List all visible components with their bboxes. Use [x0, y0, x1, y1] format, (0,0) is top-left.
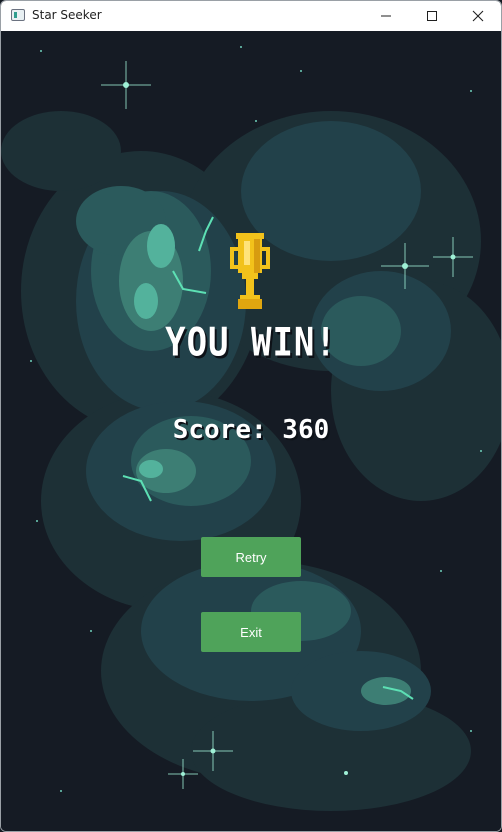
title-bar[interactable]: Star Seeker — [1, 1, 501, 31]
game-window: Star Seeker YOU WIN! Score: 360 Retry Ex… — [0, 0, 502, 832]
minimize-icon — [381, 15, 391, 17]
score-value: 360 — [282, 415, 330, 445]
app-icon — [11, 9, 25, 21]
retry-button[interactable]: Retry — [201, 537, 301, 577]
game-canvas: YOU WIN! Score: 360 Retry Exit — [1, 31, 501, 831]
minimize-button[interactable] — [363, 1, 409, 31]
win-title: YOU WIN! — [165, 320, 337, 366]
window-title: Star Seeker — [32, 8, 102, 22]
close-icon — [472, 10, 484, 22]
score-label: Score: — [172, 415, 283, 445]
maximize-icon — [427, 11, 437, 21]
trophy-icon — [230, 233, 270, 309]
close-button[interactable] — [455, 1, 501, 31]
exit-button[interactable]: Exit — [201, 612, 301, 652]
maximize-button[interactable] — [409, 1, 455, 31]
score-display: Score: 360 — [1, 415, 501, 445]
